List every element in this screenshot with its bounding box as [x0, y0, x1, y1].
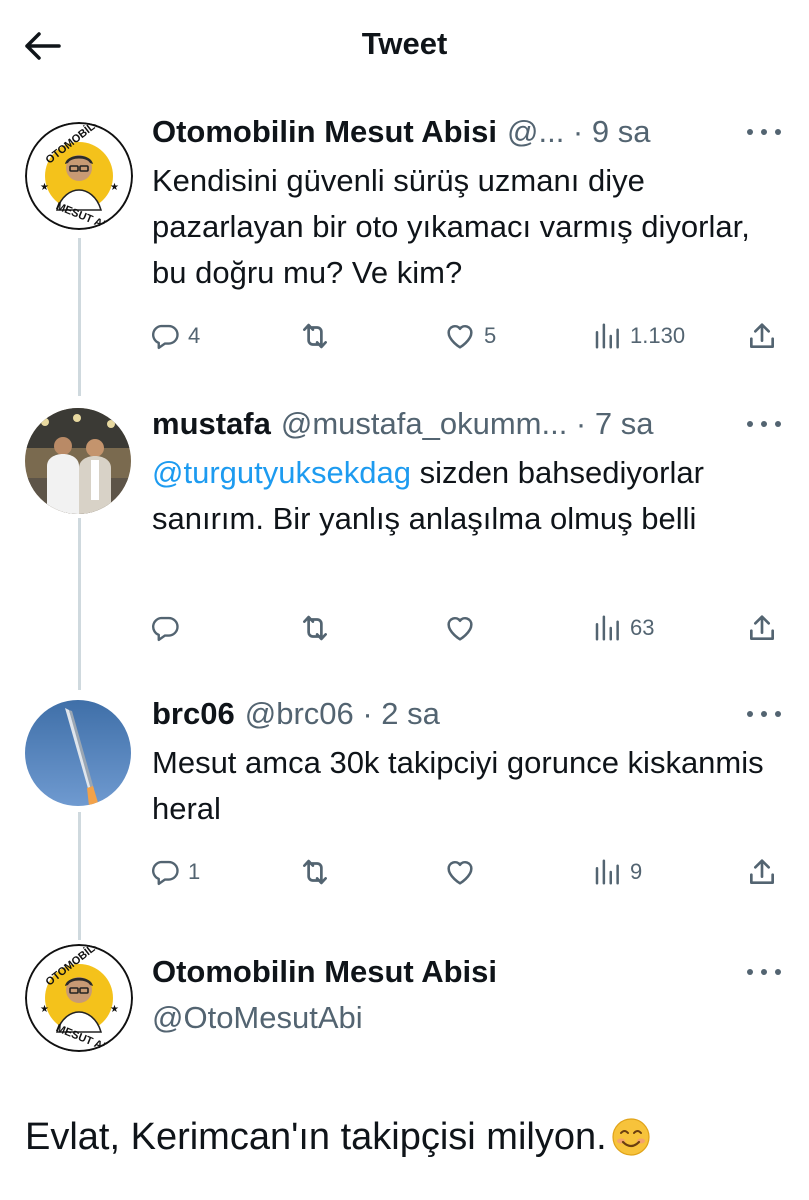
author-name[interactable]: Otomobilin Mesut Abisi: [152, 114, 497, 150]
author-meta[interactable]: @... · 9 sa: [507, 114, 650, 150]
heart-icon: [444, 612, 476, 644]
author-name[interactable]: mustafa: [152, 406, 271, 442]
action-bar: 1 9: [150, 852, 790, 892]
like-button[interactable]: [444, 852, 484, 892]
reply-count: 1: [188, 859, 201, 884]
main-tweet-text: Evlat, Kerimcan'ın takipçisi milyon.: [25, 1112, 651, 1170]
author-name[interactable]: brc06: [152, 696, 235, 732]
page-title: Tweet: [361, 26, 448, 61]
more-options-button[interactable]: [747, 704, 781, 724]
avatar[interactable]: OTOMOBİLİN MESUT ABİSİ ★ ★: [25, 122, 133, 230]
more-options-button[interactable]: [747, 122, 781, 142]
more-options-button[interactable]: [747, 414, 781, 434]
retweet-button[interactable]: [298, 316, 332, 356]
smiling-face-icon: [611, 1117, 651, 1170]
more-options-button[interactable]: [747, 962, 781, 982]
views-icon: [592, 613, 622, 643]
reply-button[interactable]: [150, 608, 188, 648]
avatar[interactable]: [25, 700, 131, 806]
tweet-text: Mesut amca 30k takipciyi gorunce kiskanm…: [152, 745, 764, 826]
heart-icon: [444, 320, 476, 352]
avatar[interactable]: OTOMOBİLİN MESUT ABİSİ ★ ★: [25, 944, 133, 1052]
views-count: 9: [630, 859, 643, 884]
retweet-icon: [298, 855, 332, 889]
reply-icon: [150, 321, 180, 351]
thread-line: [78, 518, 81, 690]
heart-icon: [444, 856, 476, 888]
profile-photo: [25, 408, 131, 514]
reply-icon: [150, 857, 180, 887]
views-button[interactable]: 1.130: [592, 316, 685, 356]
thread-line: [78, 812, 81, 940]
share-button[interactable]: [746, 316, 778, 356]
tweet-header: Otomobilin Mesut Abisi @... · 9 sa: [152, 110, 650, 154]
like-button[interactable]: [444, 608, 484, 648]
views-count: 63: [630, 615, 655, 640]
like-count: 5: [484, 323, 497, 348]
views-button[interactable]: 63: [592, 608, 654, 648]
like-button[interactable]: 5: [444, 316, 496, 356]
tweet-header: brc06 @brc06 · 2 sa: [152, 692, 440, 736]
views-icon: [592, 857, 622, 887]
tweet-header: mustafa @mustafa_okumm... · 7 sa: [152, 402, 653, 446]
action-bar: 63: [150, 608, 790, 648]
svg-text:★: ★: [40, 1004, 49, 1015]
svg-text:★: ★: [110, 1004, 119, 1015]
thread-line: [78, 238, 81, 396]
svg-text:★: ★: [110, 182, 119, 193]
otomobilin-mesut-abisi-logo: OTOMOBİLİN MESUT ABİSİ ★ ★: [25, 122, 133, 230]
top-bar: Tweet: [0, 0, 809, 92]
retweet-icon: [298, 611, 332, 645]
retweet-button[interactable]: [298, 608, 332, 648]
share-button[interactable]: [746, 608, 778, 648]
rocket-launch-photo: [25, 700, 131, 806]
main-tweet-body: Evlat, Kerimcan'ın takipçisi milyon.: [25, 1116, 607, 1158]
share-icon: [746, 856, 778, 888]
reply-icon: [150, 613, 180, 643]
author-meta[interactable]: @mustafa_okumm... · 7 sa: [281, 406, 654, 442]
views-button[interactable]: 9: [592, 852, 642, 892]
retweet-button[interactable]: [298, 852, 332, 892]
reply-count: 4: [188, 323, 201, 348]
avatar[interactable]: [25, 408, 131, 514]
reply-button[interactable]: 4: [150, 316, 200, 356]
tweet-text: @turgutyuksekdag sizden bahsediyorlar sa…: [152, 450, 772, 542]
tweet-text: Kendisini güvenli sürüş uzmanı diye paza…: [152, 163, 750, 290]
svg-text:★: ★: [40, 182, 49, 193]
otomobilin-mesut-abisi-logo: OTOMOBİLİN MESUT ABİSİ ★ ★: [25, 944, 133, 1052]
author-handle[interactable]: @OtoMesutAbi: [152, 1000, 363, 1036]
share-icon: [746, 612, 778, 644]
author-name[interactable]: Otomobilin Mesut Abisi: [152, 954, 497, 990]
retweet-icon: [298, 319, 332, 353]
share-icon: [746, 320, 778, 352]
mention-link[interactable]: @turgutyuksekdag: [152, 455, 411, 490]
views-count: 1.130: [630, 323, 686, 348]
action-bar: 4 5 1.130: [150, 316, 790, 356]
views-icon: [592, 321, 622, 351]
reply-button[interactable]: 1: [150, 852, 200, 892]
author-meta[interactable]: @brc06 · 2 sa: [245, 696, 440, 732]
share-button[interactable]: [746, 852, 778, 892]
